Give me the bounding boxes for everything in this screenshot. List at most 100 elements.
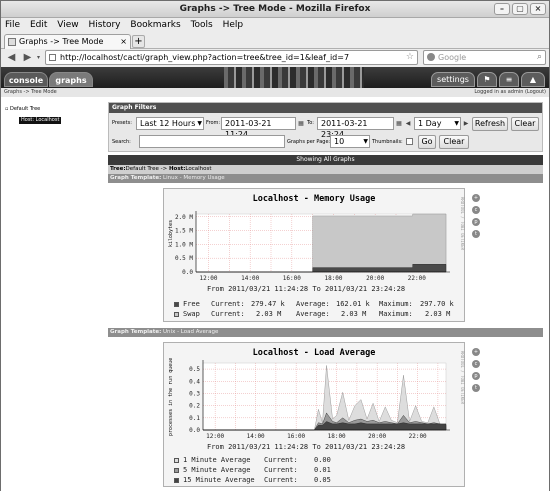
login-status[interactable]: Logged in as admin (Logout) bbox=[474, 88, 546, 97]
breadcrumb-text[interactable]: Graphs -> Tree Mode bbox=[4, 89, 57, 95]
x-tick-label: 12:00 bbox=[199, 275, 217, 282]
template-name: Unix - Load Average bbox=[163, 329, 219, 335]
breadcrumb: Graphs -> Tree Mode Logged in as admin (… bbox=[1, 88, 549, 97]
y-tick-label: 0.1 bbox=[189, 415, 200, 422]
minimize-button[interactable]: – bbox=[494, 3, 510, 15]
per-page-value: 10 bbox=[334, 137, 345, 146]
filters-title: Graph Filters bbox=[109, 103, 542, 113]
from-date-input[interactable]: 2011-03-21 11:24 bbox=[221, 117, 296, 139]
refresh-button[interactable]: Refresh bbox=[472, 117, 508, 131]
presets-value: Last 12 Hours bbox=[140, 119, 196, 128]
maximize-button[interactable]: ▢ bbox=[512, 3, 528, 15]
y-tick-label: 0.0 bbox=[189, 427, 200, 434]
graph-search-input[interactable] bbox=[139, 135, 285, 148]
url-bar[interactable]: http://localhost/cacti/graph_view.php?ac… bbox=[45, 50, 418, 65]
shift-left-icon[interactable]: ◀ bbox=[404, 118, 412, 129]
timespan-select[interactable]: 1 Day ▼ bbox=[414, 117, 461, 130]
legend-1min-name: 1 Minute Average bbox=[183, 456, 251, 464]
tree-root[interactable]: ▫ Default Tree bbox=[5, 106, 40, 113]
legend-5min-current-label: Current: bbox=[264, 466, 298, 474]
tree-path-host-prefix: Host: bbox=[168, 166, 186, 172]
legend-free-current: 279.47 k bbox=[251, 300, 285, 308]
tree-leaf-host[interactable]: Host: Localhost bbox=[19, 117, 62, 124]
legend-5min-name: 5 Minute Average bbox=[183, 466, 251, 474]
template-name: Linux - Memory Usage bbox=[163, 175, 225, 181]
graphs-tab[interactable]: graphs bbox=[49, 72, 93, 87]
legend-swap-maximum: 2.03 M bbox=[425, 310, 451, 318]
per-page-arrow-icon: ▼ bbox=[363, 138, 368, 145]
legend-free-average: 162.01 k bbox=[336, 300, 370, 308]
legend-free-maximum-label: Maximum: bbox=[379, 300, 413, 308]
memory-graph-actions: + c p t bbox=[472, 194, 482, 242]
console-tab[interactable]: console bbox=[4, 72, 48, 87]
new-tab-button[interactable]: + bbox=[132, 35, 145, 48]
graph-tree: ▫ Default Tree Host: Localhost bbox=[1, 98, 105, 491]
close-window-button[interactable]: × bbox=[530, 3, 546, 15]
csv-export-icon[interactable]: c bbox=[472, 206, 480, 214]
cacti-header: console graphs settings ⚑ ≡ ▲ bbox=[1, 67, 549, 88]
legend-swap-name: Swap bbox=[183, 310, 200, 318]
zoom-icon[interactable]: + bbox=[472, 194, 480, 202]
csv-export-icon[interactable]: c bbox=[472, 360, 480, 368]
tree-view-icon[interactable]: ⚑ bbox=[477, 72, 497, 87]
y-tick-label: 0.2 bbox=[189, 403, 200, 410]
bookmark-star-icon[interactable]: ☆ bbox=[406, 51, 414, 64]
list-view-icon[interactable]: ≡ bbox=[499, 72, 519, 87]
menu-tools[interactable]: Tools bbox=[191, 20, 213, 30]
site-identity-icon[interactable] bbox=[49, 54, 56, 61]
menu-edit[interactable]: Edit bbox=[30, 20, 47, 30]
presets-label: Presets: bbox=[112, 120, 132, 126]
menu-file[interactable]: File bbox=[5, 20, 20, 30]
x-tick-label: 18:00 bbox=[328, 433, 346, 440]
history-dropdown-icon[interactable]: ▾ bbox=[32, 51, 45, 64]
per-page-select[interactable]: 10 ▼ bbox=[330, 135, 370, 148]
menu-view[interactable]: View bbox=[57, 20, 78, 30]
browser-tab[interactable]: Graphs -> Tree Mode × bbox=[4, 34, 131, 49]
x-tick-label: 14:00 bbox=[247, 433, 265, 440]
menu-help[interactable]: Help bbox=[223, 20, 244, 30]
search-magnifier-icon[interactable]: ⌕ bbox=[537, 51, 542, 64]
tab-close-icon[interactable]: × bbox=[120, 35, 127, 49]
clear-button[interactable]: Clear bbox=[511, 117, 539, 131]
zoom-icon[interactable]: + bbox=[472, 348, 480, 356]
legend-15min-name: 15 Minute Average bbox=[183, 476, 255, 484]
y-tick-label: 1.5 M bbox=[175, 228, 193, 235]
load-graph[interactable]: Localhost - Load Average processes in th… bbox=[163, 342, 465, 487]
from-calendar-icon[interactable]: ▦ bbox=[297, 118, 305, 129]
menu-history[interactable]: History bbox=[88, 20, 120, 30]
x-tick-label: 16:00 bbox=[287, 433, 305, 440]
legend-swatch-1min bbox=[174, 458, 179, 463]
clear-search-button[interactable]: Clear bbox=[439, 135, 469, 149]
properties-icon[interactable]: p bbox=[472, 218, 480, 226]
y-tick-label: 0.3 bbox=[189, 390, 200, 397]
y-tick-label: 0.5 M bbox=[175, 255, 193, 262]
thumbnails-checkbox[interactable] bbox=[406, 138, 413, 145]
legend-swap-current-label: Current: bbox=[211, 310, 245, 318]
properties-icon[interactable]: p bbox=[472, 372, 480, 380]
to-calendar-icon[interactable]: ▦ bbox=[395, 118, 403, 129]
y-tick-label: 2.0 M bbox=[175, 214, 193, 221]
preview-view-icon[interactable]: ▲ bbox=[521, 72, 545, 87]
search-placeholder: Google bbox=[438, 53, 467, 62]
legend-15min-current: 0.05 bbox=[314, 476, 331, 484]
shift-right-icon[interactable]: ▶ bbox=[462, 118, 470, 129]
search-bar[interactable]: Google ⌕ bbox=[423, 50, 546, 65]
timespan-icon[interactable]: t bbox=[472, 384, 480, 392]
go-button[interactable]: Go bbox=[418, 135, 436, 149]
navigation-toolbar: ◀ ▶ ▾ http://localhost/cacti/graph_view.… bbox=[1, 49, 549, 66]
search-engine-icon[interactable] bbox=[427, 53, 435, 61]
x-tick-label: 18:00 bbox=[324, 275, 342, 282]
timespan-icon[interactable]: t bbox=[472, 230, 480, 238]
x-tick-label: 20:00 bbox=[368, 433, 386, 440]
legend-row-15min: 15 Minute Average Current: 0.05 bbox=[174, 476, 374, 485]
legend-swap-maximum-label: Maximum: bbox=[379, 310, 413, 318]
y-tick-label: 1.0 M bbox=[175, 241, 193, 248]
menu-bookmarks[interactable]: Bookmarks bbox=[130, 20, 180, 30]
to-date-input[interactable]: 2011-03-21 23:24 bbox=[317, 117, 394, 139]
load-graph-actions: + c p t bbox=[472, 348, 482, 396]
back-arrow-icon[interactable]: ◀ bbox=[5, 51, 18, 64]
presets-select[interactable]: Last 12 Hours ▼ bbox=[136, 117, 204, 130]
settings-tab[interactable]: settings bbox=[431, 72, 475, 87]
memory-graph[interactable]: Localhost - Memory Usage kilobytes RRDTO… bbox=[163, 188, 465, 322]
menu-bar: File Edit View History Bookmarks Tools H… bbox=[1, 18, 549, 33]
